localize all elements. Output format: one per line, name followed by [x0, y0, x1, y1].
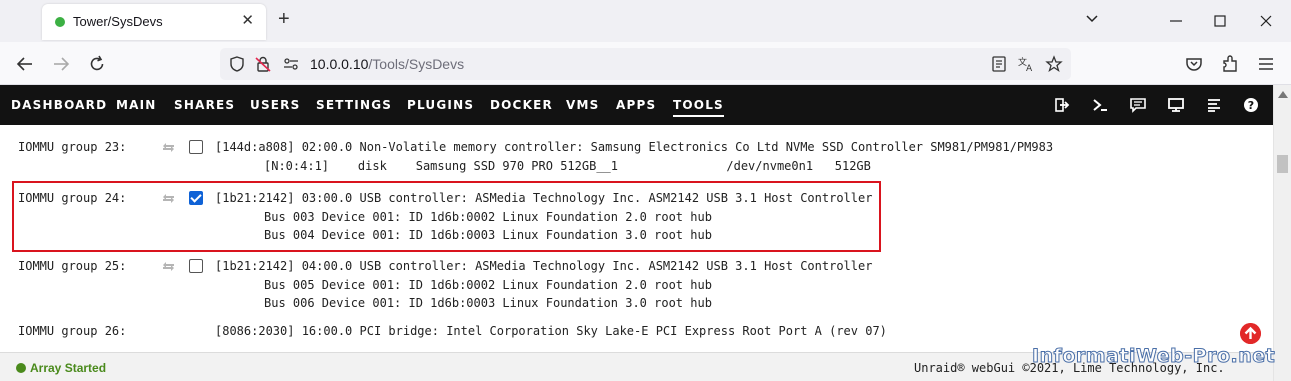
watermark: InformatiWeb-Pro.net	[1031, 345, 1276, 368]
forward-arrow-icon[interactable]	[51, 54, 71, 74]
new-tab-icon[interactable]: +	[278, 9, 290, 29]
device-description: [8086:2030] 16:00.0 PCI bridge: Intel Co…	[215, 324, 887, 338]
reader-view-icon[interactable]	[990, 55, 1008, 73]
bind-toggle-icon[interactable]	[162, 193, 175, 204]
nav-shares[interactable]: SHARES	[174, 98, 235, 112]
nav-vms[interactable]: VMS	[566, 98, 599, 112]
browser-tab[interactable]: Tower/SysDevs ✕	[42, 4, 266, 40]
iommu-group-label: IOMMU group 25:	[18, 259, 127, 273]
device-subline: [N:0:4:1] disk Samsung SSD 970 PRO 512GB…	[264, 159, 871, 173]
menu-hamburger-icon[interactable]	[1256, 54, 1276, 74]
favicon-icon	[55, 17, 65, 27]
device-subline: Bus 006 Device 001: ID 1d6b:0003 Linux F…	[264, 296, 712, 310]
url-host: 10.0.0.10	[310, 56, 369, 72]
scrollbar-thumb[interactable]	[1277, 155, 1288, 173]
monitor-icon[interactable]	[1168, 97, 1184, 113]
browser-toolbar: 10.0.0.10/Tools/SysDevs 文 A	[0, 42, 1291, 85]
minimize-icon[interactable]	[1169, 16, 1183, 26]
nav-docker[interactable]: DOCKER	[490, 98, 553, 112]
bind-vfio-checkbox[interactable]	[189, 259, 203, 273]
scroll-up-arrow-icon[interactable]	[1278, 91, 1288, 98]
vertical-scrollbar[interactable]	[1273, 85, 1291, 381]
device-subline: Bus 005 Device 001: ID 1d6b:0002 Linux F…	[264, 278, 712, 292]
help-icon[interactable]: ?	[1243, 97, 1259, 113]
pocket-icon[interactable]	[1184, 54, 1204, 74]
nav-tools[interactable]: TOOLS	[673, 98, 724, 117]
iommu-group-label: IOMMU group 26:	[18, 324, 127, 338]
svg-text:A: A	[1026, 64, 1033, 73]
svg-text:?: ?	[1248, 99, 1254, 112]
nav-main[interactable]: MAIN	[116, 98, 157, 112]
bind-vfio-checkbox[interactable]	[189, 191, 203, 205]
device-subline: Bus 003 Device 001: ID 1d6b:0002 Linux F…	[264, 210, 712, 224]
insecure-lock-icon[interactable]	[254, 55, 272, 73]
bind-toggle-icon[interactable]	[162, 261, 175, 272]
nav-plugins[interactable]: PLUGINS	[407, 98, 474, 112]
logout-icon[interactable]	[1054, 97, 1070, 113]
iommu-group-label: IOMMU group 23:	[18, 140, 127, 154]
terminal-icon[interactable]	[1092, 97, 1108, 113]
nav-settings[interactable]: SETTINGS	[316, 98, 392, 112]
sysdevs-content: IOMMU group 23: [144d:a808] 02:00.0 Non-…	[0, 125, 1273, 352]
device-description: [144d:a808] 02:00.0 Non-Volatile memory …	[215, 140, 1054, 154]
address-bar[interactable]: 10.0.0.10/Tools/SysDevs 文 A	[220, 48, 1071, 80]
device-subline: Bus 004 Device 001: ID 1d6b:0003 Linux F…	[264, 228, 712, 242]
array-status-icon	[16, 363, 26, 373]
device-description: [1b21:2142] 04:00.0 USB controller: ASMe…	[215, 259, 873, 273]
close-tab-icon[interactable]: ✕	[241, 11, 254, 29]
bind-toggle-icon[interactable]	[162, 142, 175, 153]
shield-icon[interactable]	[228, 55, 246, 73]
device-description: [1b21:2142] 03:00.0 USB controller: ASMe…	[215, 191, 873, 205]
bind-vfio-checkbox[interactable]	[189, 140, 203, 154]
feedback-icon[interactable]	[1130, 97, 1146, 113]
iommu-group-label: IOMMU group 24:	[18, 191, 127, 205]
extensions-icon[interactable]	[1220, 54, 1240, 74]
url-path: /Tools/SysDevs	[368, 56, 465, 72]
tab-list-chevron-icon[interactable]	[1085, 14, 1099, 24]
reload-icon[interactable]	[87, 54, 107, 74]
nav-dashboard[interactable]: DASHBOARD	[11, 98, 107, 112]
permissions-icon[interactable]	[282, 55, 300, 73]
maximize-icon[interactable]	[1214, 15, 1226, 27]
tab-title: Tower/SysDevs	[73, 14, 163, 29]
log-icon[interactable]	[1206, 97, 1222, 113]
nav-users[interactable]: USERS	[250, 98, 300, 112]
translate-icon[interactable]: 文 A	[1017, 55, 1035, 73]
nav-apps[interactable]: APPS	[616, 98, 656, 112]
browser-tab-strip: Tower/SysDevs ✕ +	[0, 0, 1291, 42]
unraid-navbar: DASHBOARD MAIN SHARES USERS SETTINGS PLU…	[0, 85, 1273, 125]
back-arrow-icon[interactable]	[15, 54, 35, 74]
url-text[interactable]: 10.0.0.10/Tools/SysDevs	[310, 56, 464, 72]
array-status: Array Started	[30, 361, 107, 375]
bookmark-star-icon[interactable]	[1045, 55, 1063, 73]
close-window-icon[interactable]	[1260, 15, 1272, 27]
scroll-to-top-icon[interactable]	[1240, 323, 1261, 344]
